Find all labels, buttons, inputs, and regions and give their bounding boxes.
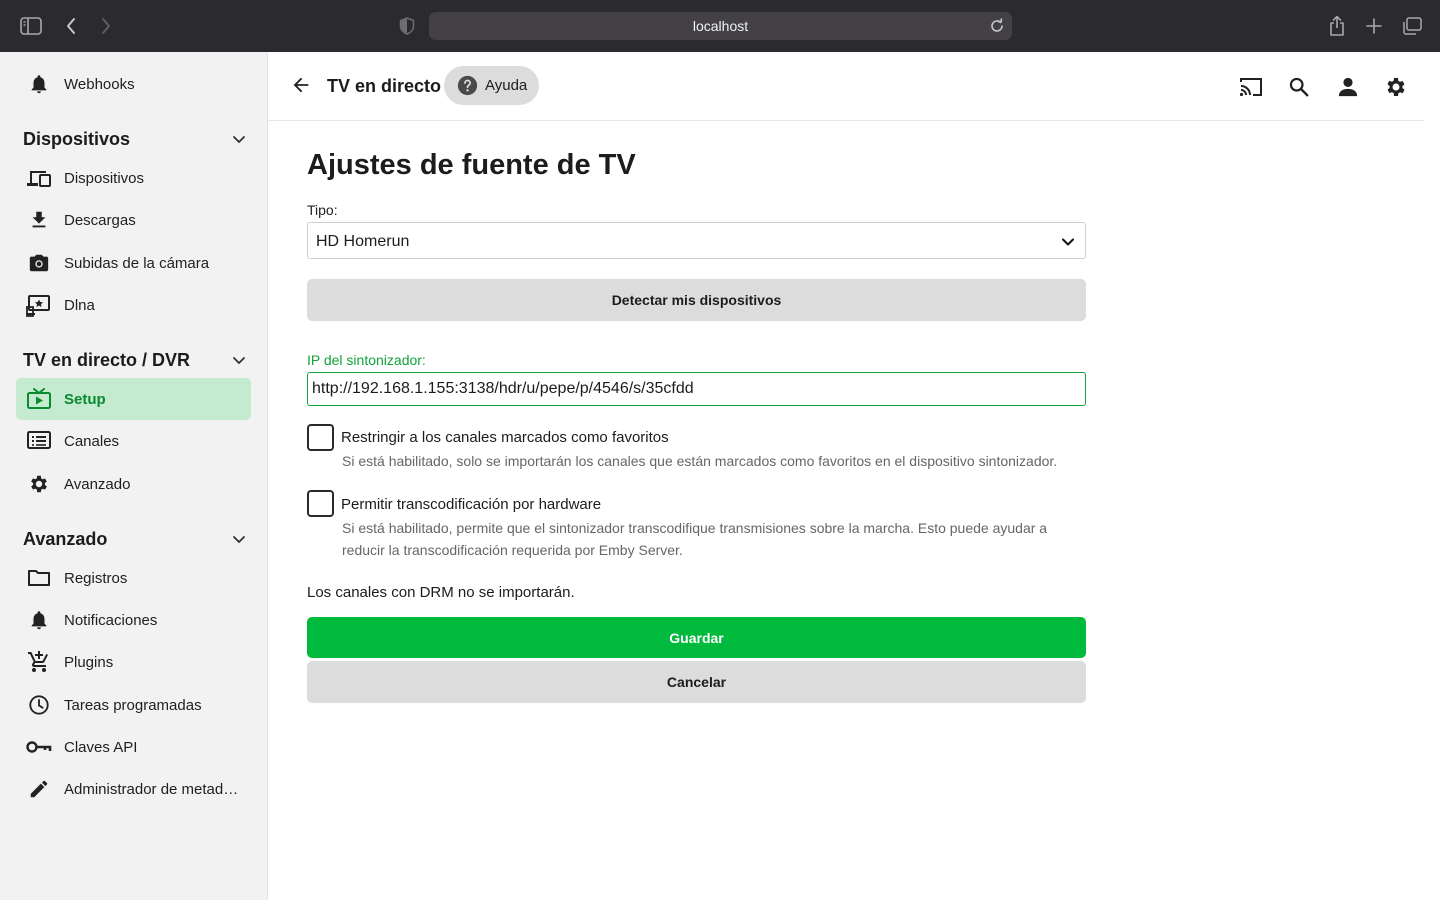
cast-icon[interactable] (1238, 74, 1264, 100)
browser-back-icon[interactable] (59, 14, 83, 38)
favorites-only-description: Si está habilitado, solo se importarán l… (342, 453, 1058, 469)
reload-icon[interactable] (988, 17, 1006, 35)
section-title: Avanzado (23, 528, 108, 549)
type-select-value: HD Homerun (316, 233, 410, 250)
pencil-icon (26, 777, 52, 801)
chevron-down-icon (231, 352, 247, 368)
sidebar-item-label: Administrador de metadatos (64, 780, 239, 798)
sidebar-item-tareas[interactable]: Tareas programadas (16, 684, 251, 726)
sidebar-item-plugins[interactable]: Plugins (16, 641, 251, 683)
section-header-live-tv[interactable]: TV en directo / DVR (23, 347, 251, 373)
dlna-icon (26, 293, 52, 317)
sidebar-item-claves-api[interactable]: Claves API (16, 726, 251, 768)
app-header: TV en directo Ayuda (268, 52, 1424, 121)
help-label: Ayuda (485, 77, 528, 94)
section-header-dispositivos[interactable]: Dispositivos (23, 126, 251, 152)
tuner-ip-field[interactable] (307, 372, 1086, 406)
settings-gear-icon[interactable] (1383, 74, 1409, 100)
cancel-button[interactable]: Cancelar (307, 661, 1086, 703)
hw-transcoding-description: Si está habilitado, permite que el sinto… (342, 520, 1048, 558)
drm-note: Los canales con DRM no se importarán. (307, 584, 575, 601)
address-bar[interactable]: localhost (429, 12, 1012, 40)
favorites-only-label: Restringir a los canales marcados como f… (341, 429, 669, 446)
sidebar-item-label: Avanzado (64, 475, 131, 493)
sidebar: Webhooks Dispositivos Dispositivos Desca… (0, 52, 268, 900)
sidebar-item-label: Claves API (64, 738, 138, 756)
sidebar-item-label: Setup (64, 390, 106, 408)
plus-icon[interactable] (1362, 14, 1386, 38)
url-text: localhost (692, 18, 749, 34)
camera-icon (26, 251, 52, 275)
sidebar-item-registros[interactable]: Registros (16, 557, 251, 599)
main-content: Ajustes de fuente de TV Tipo: HD Homerun… (268, 121, 1424, 900)
section-title: TV en directo / DVR (23, 349, 191, 370)
channels-list-icon (26, 429, 52, 453)
sidebar-item-canales[interactable]: Canales (16, 420, 251, 462)
detect-devices-button[interactable]: Detectar mis dispositivos (307, 279, 1086, 321)
page-title: Ajustes de fuente de TV (307, 149, 636, 181)
clock-icon (26, 693, 52, 717)
hw-transcoding-checkbox[interactable] (307, 490, 334, 517)
back-arrow-icon[interactable] (290, 74, 314, 98)
sidebar-item-descargas[interactable]: Descargas (16, 199, 251, 241)
sidebar-item-webhooks[interactable]: Webhooks (16, 63, 251, 105)
tabs-overview-icon[interactable] (1400, 14, 1424, 38)
sidebar-item-avanzado-tv[interactable]: Avanzado (16, 463, 251, 505)
chevron-down-icon (231, 131, 247, 147)
sidebar-item-label: Subidas de la cámara (64, 254, 210, 272)
gear-icon (26, 472, 52, 496)
sidebar-item-dlna[interactable]: Dlna (16, 284, 251, 326)
download-icon (26, 208, 52, 232)
sidebar-item-label: Plugins (64, 653, 114, 671)
chevron-down-icon (231, 531, 247, 547)
sidebar-item-metadatos[interactable]: Administrador de metadatos (16, 768, 251, 810)
devices-icon (26, 166, 52, 190)
save-button[interactable]: Guardar (307, 617, 1086, 658)
chevron-down-icon (1061, 235, 1075, 249)
browser-forward-icon[interactable] (94, 14, 118, 38)
favorites-only-checkbox[interactable] (307, 424, 334, 451)
sidebar-item-label: Dlna (64, 296, 95, 314)
type-select[interactable]: HD Homerun (307, 222, 1086, 259)
folder-icon (26, 566, 52, 590)
browser-toolbar: localhost (0, 0, 1440, 52)
sidebar-item-setup[interactable]: Setup (16, 378, 251, 420)
shield-icon[interactable] (395, 14, 419, 38)
tuner-ip-label: IP del sintonizador: (307, 352, 426, 368)
share-icon[interactable] (1325, 14, 1349, 38)
sidebar-item-dispositivos[interactable]: Dispositivos (16, 157, 251, 199)
bell-icon (26, 608, 52, 632)
user-icon[interactable] (1335, 74, 1361, 100)
tuner-ip-input[interactable] (308, 373, 1085, 405)
sidebar-item-label: Dispositivos (64, 169, 145, 187)
sidebar-item-label: Tareas programadas (64, 696, 202, 714)
hw-transcoding-label: Permitir transcodificación por hardware (341, 496, 602, 513)
key-icon (26, 735, 52, 759)
live-tv-icon (26, 387, 52, 411)
sidebar-item-label: Webhooks (64, 75, 135, 93)
sidebar-toggle-icon[interactable] (19, 14, 43, 38)
cart-plus-icon (26, 650, 52, 674)
sidebar-item-label: Canales (64, 432, 120, 450)
sidebar-item-label: Descargas (64, 211, 136, 229)
sidebar-item-notificaciones[interactable]: Notificaciones (16, 599, 251, 641)
sidebar-item-label: Registros (64, 569, 128, 587)
header-title: TV en directo (327, 76, 442, 96)
search-icon[interactable] (1286, 74, 1312, 100)
sidebar-item-subidas[interactable]: Subidas de la cámara (16, 242, 251, 284)
section-title: Dispositivos (23, 128, 131, 149)
section-header-avanzado[interactable]: Avanzado (23, 526, 251, 552)
help-circle-icon (457, 75, 478, 96)
type-label: Tipo: (307, 202, 338, 218)
bell-icon (26, 72, 52, 96)
sidebar-item-label: Notificaciones (64, 611, 158, 629)
help-button[interactable]: Ayuda (444, 66, 539, 105)
